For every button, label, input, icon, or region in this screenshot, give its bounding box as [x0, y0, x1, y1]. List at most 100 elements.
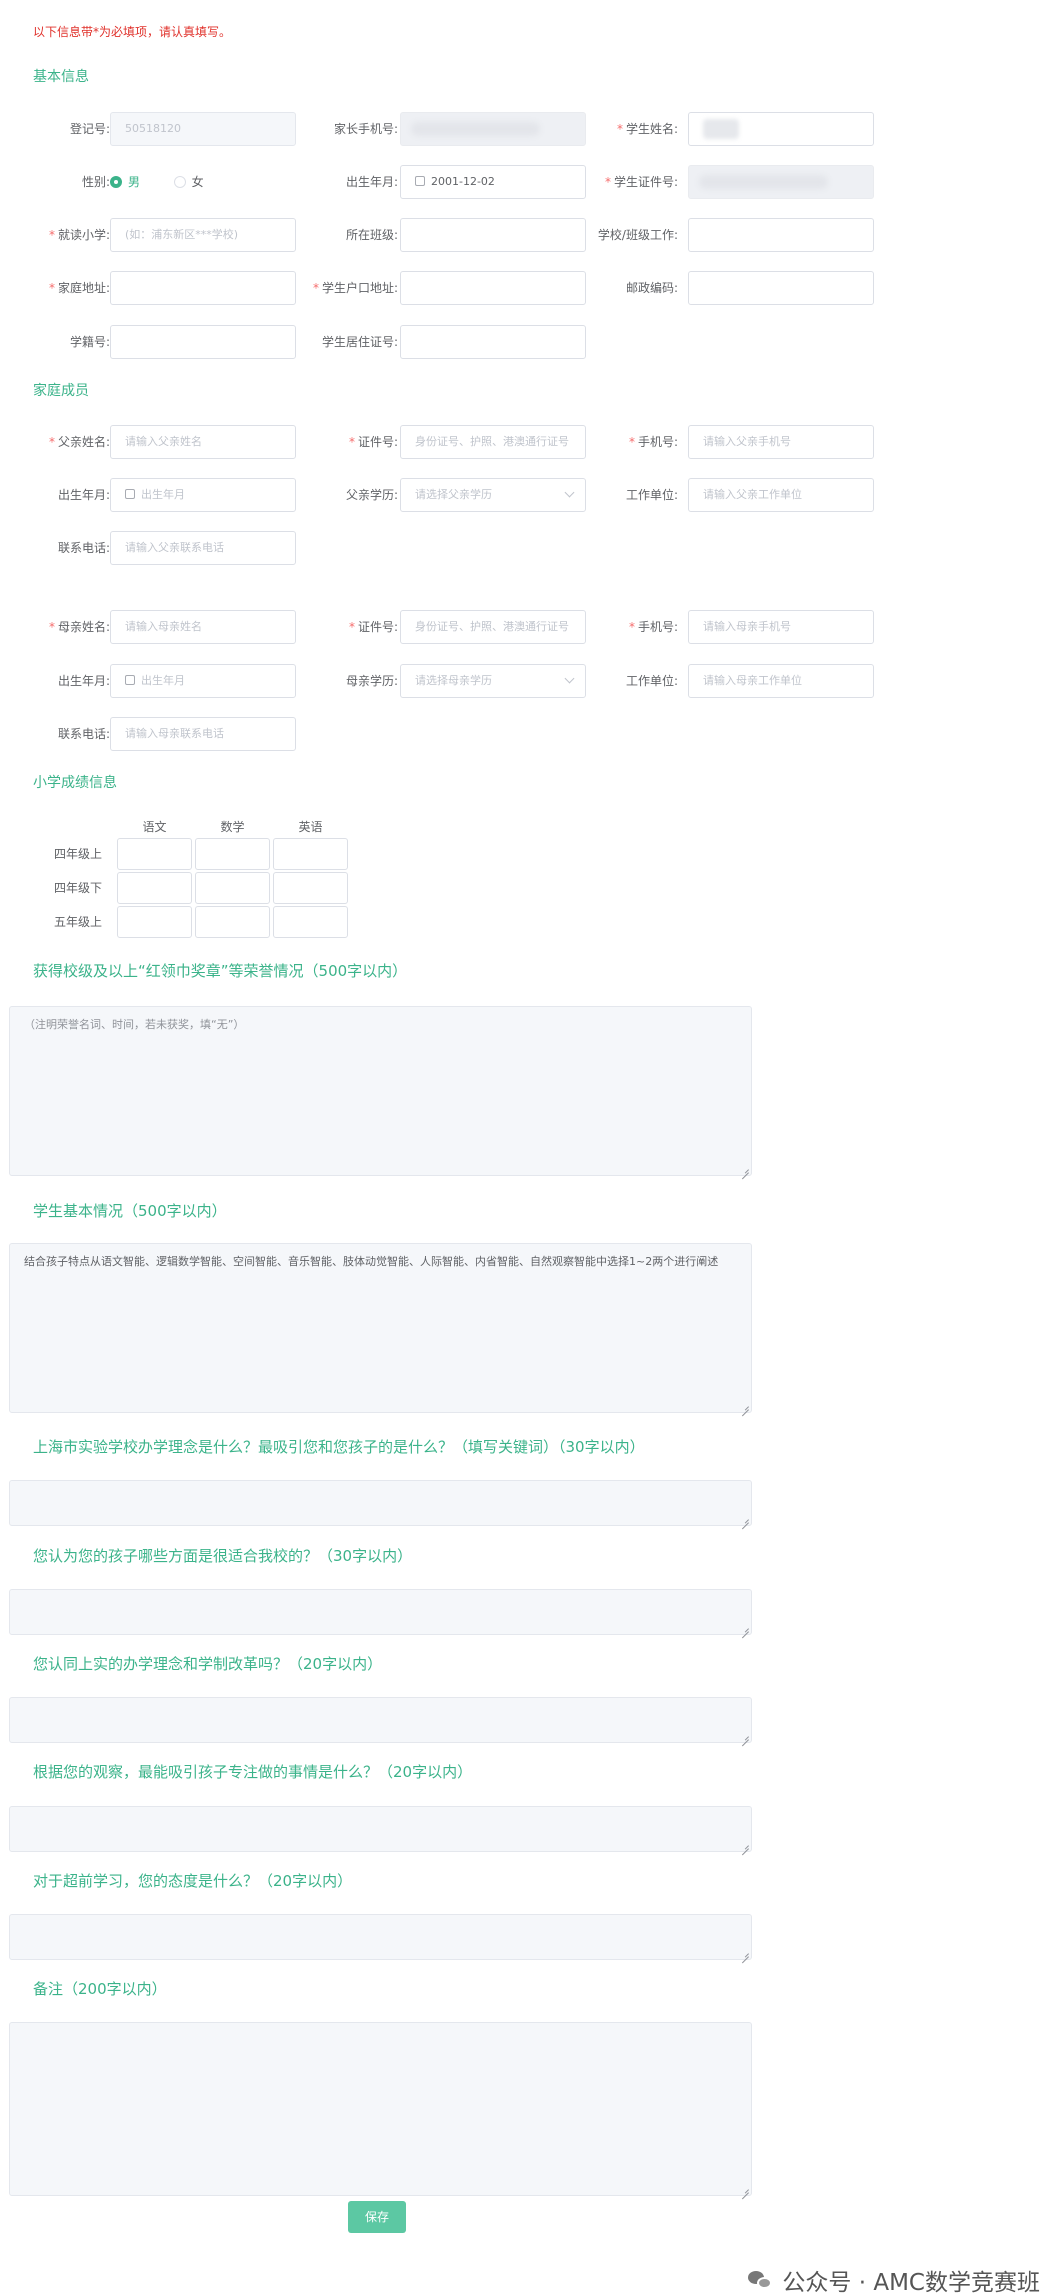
grade-cell[interactable]: [273, 838, 348, 870]
father-birth-label: 出生年月:: [57, 488, 110, 502]
grade-cell[interactable]: [195, 838, 270, 870]
hukou-label: * 学生户口地址:: [312, 281, 398, 295]
section-family: 家庭成员: [33, 383, 89, 399]
calendar-icon: [125, 489, 135, 499]
class-input[interactable]: [400, 218, 586, 252]
grade-cell[interactable]: [117, 872, 192, 904]
subject-header: 数学: [220, 820, 245, 834]
father-contact-label: 联系电话:: [57, 541, 110, 555]
grade-cell[interactable]: [195, 872, 270, 904]
father-edu-select[interactable]: 请选择父亲学历: [400, 478, 586, 512]
subject-header: 英语: [298, 820, 323, 834]
section-q5: 对于超前学习，您的态度是什么？（20字以内）: [33, 1872, 353, 1890]
birth-value: 2001-12-02: [431, 175, 495, 188]
postcode-label: 邮政编码:: [625, 281, 678, 295]
mother-work-input[interactable]: 请输入母亲工作单位: [688, 664, 874, 698]
student-name-input[interactable]: [688, 112, 874, 146]
gender-female-label[interactable]: 女: [192, 175, 204, 189]
reg-no-input[interactable]: 50518120: [110, 112, 296, 146]
father-id-input[interactable]: 身份证号、护照、港澳通行证号: [400, 425, 586, 459]
school-job-label: 学校/班级工作:: [597, 228, 678, 242]
honors-textarea[interactable]: （注明荣誉名词、时间，若未获奖，填“无”）: [9, 1006, 752, 1176]
remarks-textarea[interactable]: [9, 2022, 752, 2196]
father-edu-label: 父亲学历:: [345, 488, 398, 502]
hukou-input[interactable]: [400, 271, 586, 305]
father-name-input[interactable]: 请输入父亲姓名: [110, 425, 296, 459]
watermark-text: 公众号 · AMC数学竞赛班: [782, 2270, 1040, 2294]
mother-id-label: * 证件号:: [348, 620, 398, 634]
school-job-input[interactable]: [688, 218, 874, 252]
postcode-input[interactable]: [688, 271, 874, 305]
father-phone-label: * 手机号:: [628, 435, 678, 449]
school-label: * 就读小学:: [48, 228, 110, 242]
section-q1: 上海市实验学校办学理念是什么？最吸引您和您孩子的是什么？（填写关键词）（30字以…: [33, 1438, 645, 1456]
student-no-label: 学籍号:: [69, 335, 110, 349]
gender-radio-group: 男 女: [110, 165, 204, 199]
section-remarks: 备注（200字以内）: [33, 1980, 167, 1998]
school-input[interactable]: (如：浦东新区***学校): [110, 218, 296, 252]
resize-handle-icon[interactable]: [741, 2185, 749, 2193]
q2-textarea[interactable]: [9, 1589, 752, 1635]
address-label: * 家庭地址:: [48, 281, 110, 295]
father-work-label: 工作单位:: [625, 488, 678, 502]
grade-cell[interactable]: [117, 838, 192, 870]
save-button[interactable]: 保存: [348, 2201, 406, 2233]
mother-birth-picker[interactable]: 出生年月: [110, 664, 296, 698]
gender-male-label[interactable]: 男: [128, 175, 140, 189]
residence-input[interactable]: [400, 325, 586, 359]
section-q3: 您认同上实的办学理念和学制改革吗？（20字以内）: [33, 1655, 383, 1673]
father-name-label: * 父亲姓名:: [48, 435, 110, 449]
mother-name-input[interactable]: 请输入母亲姓名: [110, 610, 296, 644]
grade-cell[interactable]: [195, 906, 270, 938]
q4-textarea[interactable]: [9, 1806, 752, 1852]
section-q4: 根据您的观察，最能吸引孩子专注做的事情是什么？（20字以内）: [33, 1763, 473, 1781]
father-contact-input[interactable]: 请输入父亲联系电话: [110, 531, 296, 565]
mother-contact-label: 联系电话:: [57, 727, 110, 741]
address-input[interactable]: [110, 271, 296, 305]
section-honors: 获得校级及以上“红领巾奖章”等荣誉情况（500字以内）: [33, 962, 408, 980]
residence-label: 学生居住证号:: [321, 335, 398, 349]
resize-handle-icon[interactable]: [741, 1841, 749, 1849]
q5-textarea[interactable]: [9, 1914, 752, 1960]
q1-textarea[interactable]: [9, 1480, 752, 1526]
student-basic-textarea[interactable]: 结合孩子特点从语文智能、逻辑数学智能、空间智能、音乐智能、肢体动觉智能、人际智能…: [9, 1243, 752, 1413]
resize-handle-icon[interactable]: [741, 1165, 749, 1173]
resize-handle-icon[interactable]: [741, 1732, 749, 1740]
resize-handle-icon[interactable]: [741, 1624, 749, 1632]
q3-textarea[interactable]: [9, 1697, 752, 1743]
gender-male-radio[interactable]: [110, 176, 122, 188]
student-id-input[interactable]: [688, 165, 874, 199]
mother-edu-select[interactable]: 请选择母亲学历: [400, 664, 586, 698]
mother-phone-input[interactable]: 请输入母亲手机号: [688, 610, 874, 644]
mother-id-input[interactable]: 身份证号、护照、港澳通行证号: [400, 610, 586, 644]
grade-row-label: 四年级上: [53, 847, 102, 861]
father-phone-input[interactable]: 请输入父亲手机号: [688, 425, 874, 459]
grade-row-label: 五年级上: [53, 915, 102, 929]
student-name-label: * 学生姓名:: [616, 122, 678, 136]
grade-row-label: 四年级下: [53, 881, 102, 895]
mother-edu-label: 母亲学历:: [345, 674, 398, 688]
resize-handle-icon[interactable]: [741, 1402, 749, 1410]
required-notice: 以下信息带*为必填项，请认真填写。: [33, 25, 232, 39]
section-basic-info: 基本信息: [33, 69, 89, 85]
gender-female-radio[interactable]: [173, 176, 186, 188]
mother-birth-label: 出生年月:: [57, 674, 110, 688]
mother-contact-input[interactable]: 请输入母亲联系电话: [110, 717, 296, 751]
student-id-label: * 学生证件号:: [604, 175, 678, 189]
class-label: 所在班级:: [345, 228, 398, 242]
grade-cell[interactable]: [273, 872, 348, 904]
section-grades: 小学成绩信息: [33, 775, 117, 791]
resize-handle-icon[interactable]: [741, 1515, 749, 1523]
birth-date-picker[interactable]: 2001-12-02: [400, 165, 586, 199]
resize-handle-icon[interactable]: [741, 1949, 749, 1957]
grade-cell[interactable]: [117, 906, 192, 938]
section-q2: 您认为您的孩子哪些方面是很适合我校的？（30字以内）: [33, 1547, 413, 1565]
parent-phone-input[interactable]: [400, 112, 586, 146]
student-no-input[interactable]: [110, 325, 296, 359]
calendar-icon: [415, 176, 425, 186]
father-id-label: * 证件号:: [348, 435, 398, 449]
father-birth-picker[interactable]: 出生年月: [110, 478, 296, 512]
grade-cell[interactable]: [273, 906, 348, 938]
calendar-icon: [125, 675, 135, 685]
father-work-input[interactable]: 请输入父亲工作单位: [688, 478, 874, 512]
